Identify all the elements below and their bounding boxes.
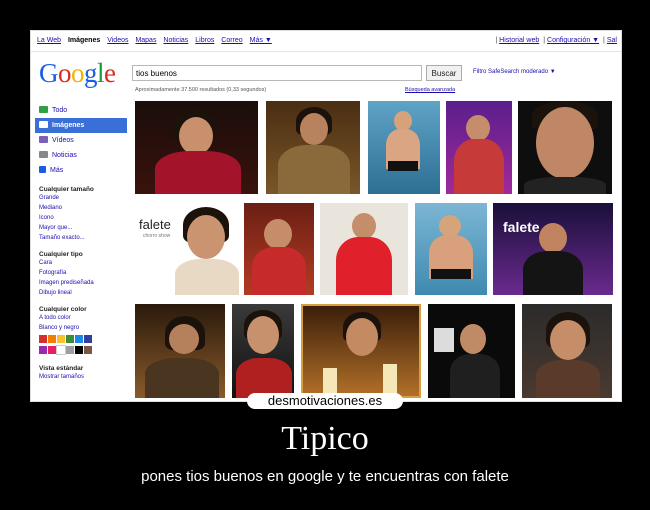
color-swatch[interactable] bbox=[39, 335, 47, 343]
news-icon bbox=[39, 151, 48, 158]
color-filter-heading: Cualquier color bbox=[39, 306, 87, 313]
image-result[interactable] bbox=[446, 101, 512, 194]
images-icon bbox=[39, 121, 48, 128]
nav-maps[interactable]: Mapas bbox=[135, 37, 156, 44]
nav-news[interactable]: Noticias bbox=[163, 37, 188, 44]
brand-watermark: desmotivaciones.es bbox=[247, 393, 403, 409]
sidebar: Todo Imágenes Vídeos Noticias Más Cualqu… bbox=[35, 103, 127, 382]
poster-caption: pones tios buenos en google y te encuent… bbox=[141, 468, 509, 485]
color-swatch[interactable] bbox=[48, 346, 56, 354]
settings-link[interactable]: Configuración ▼ bbox=[547, 37, 599, 44]
color-swatch[interactable] bbox=[75, 335, 83, 343]
screenshot-frame: La Web Imágenes Videos Mapas Noticias Li… bbox=[30, 30, 622, 402]
size-icon[interactable]: Icono bbox=[35, 213, 127, 223]
search-input[interactable]: tios buenos bbox=[132, 65, 422, 81]
google-logo[interactable]: Google bbox=[39, 58, 116, 89]
all-icon bbox=[39, 106, 48, 113]
type-filter-heading: Cualquier tipo bbox=[39, 251, 83, 258]
show-sizes-link[interactable]: Mostrar tamaños bbox=[35, 372, 127, 382]
sidebar-item-videos[interactable]: Vídeos bbox=[35, 133, 127, 148]
size-medium[interactable]: Mediano bbox=[35, 203, 127, 213]
color-swatch[interactable] bbox=[84, 335, 92, 343]
more-icon bbox=[39, 166, 46, 173]
falete-sub-text: chorro show bbox=[143, 233, 171, 239]
image-result[interactable] bbox=[135, 304, 225, 398]
image-result[interactable] bbox=[415, 203, 487, 295]
sidebar-item-more[interactable]: Más bbox=[35, 163, 127, 178]
image-result[interactable] bbox=[320, 203, 408, 295]
sidebar-item-images[interactable]: Imágenes bbox=[35, 118, 127, 133]
falete-logo-text: falete bbox=[139, 217, 171, 232]
web-history-link[interactable]: Historial web bbox=[499, 37, 539, 44]
video-icon bbox=[39, 136, 48, 143]
color-swatch[interactable] bbox=[66, 335, 74, 343]
type-clipart[interactable]: Imagen prediseñada bbox=[35, 278, 127, 288]
type-photo[interactable]: Fotografía bbox=[35, 268, 127, 278]
nav-more[interactable]: Más ▼ bbox=[250, 37, 272, 44]
sidebar-item-news[interactable]: Noticias bbox=[35, 148, 127, 163]
size-exact[interactable]: Tamaño exacto... bbox=[35, 233, 127, 243]
top-nav-bar: La Web Imágenes Videos Mapas Noticias Li… bbox=[31, 31, 621, 52]
nav-web[interactable]: La Web bbox=[37, 37, 61, 44]
nav-images[interactable]: Imágenes bbox=[68, 37, 100, 44]
image-result[interactable] bbox=[518, 101, 612, 194]
image-result[interactable] bbox=[428, 304, 515, 398]
color-swatch[interactable] bbox=[75, 346, 83, 354]
sidebar-item-all[interactable]: Todo bbox=[35, 103, 127, 118]
size-larger-than[interactable]: Mayor que... bbox=[35, 223, 127, 233]
color-bw[interactable]: Blanco y negro bbox=[35, 323, 127, 333]
poster-title: Tipico bbox=[281, 420, 369, 457]
color-swatch[interactable] bbox=[57, 335, 65, 343]
size-large[interactable]: Grande bbox=[35, 193, 127, 203]
image-result[interactable] bbox=[368, 101, 440, 194]
color-swatch[interactable] bbox=[39, 346, 47, 354]
size-filter-heading: Cualquier tamaño bbox=[39, 186, 94, 193]
nav-books[interactable]: Libros bbox=[195, 37, 214, 44]
results-count: Aproximadamente 37.500 resultados (0,33 … bbox=[135, 87, 267, 93]
advanced-search-link[interactable]: Búsqueda avanzada bbox=[405, 87, 455, 93]
account-nav: | Historial web | Configuración ▼ | Sal bbox=[495, 37, 617, 44]
image-result[interactable] bbox=[135, 101, 258, 194]
image-result[interactable] bbox=[301, 304, 421, 398]
color-full[interactable]: A todo color bbox=[35, 313, 127, 323]
image-result[interactable] bbox=[244, 203, 314, 295]
safesearch-dropdown[interactable]: Filtro SafeSearch moderado ▼ bbox=[473, 69, 556, 75]
falete-banner-text: falete bbox=[503, 219, 540, 235]
color-swatch[interactable] bbox=[84, 346, 92, 354]
color-swatch[interactable] bbox=[66, 346, 74, 354]
nav-mail[interactable]: Correo bbox=[221, 37, 242, 44]
image-result[interactable] bbox=[232, 304, 294, 398]
image-result[interactable]: falete chorro show bbox=[135, 203, 239, 295]
view-heading: Vista estándar bbox=[39, 365, 84, 372]
search-button[interactable]: Buscar bbox=[426, 65, 462, 81]
color-swatches bbox=[35, 335, 127, 357]
image-result[interactable]: falete bbox=[493, 203, 613, 295]
nav-videos[interactable]: Videos bbox=[107, 37, 128, 44]
type-lineart[interactable]: Dibujo lineal bbox=[35, 288, 127, 298]
type-face[interactable]: Cara bbox=[35, 258, 127, 268]
color-swatch[interactable] bbox=[56, 345, 66, 355]
image-result[interactable] bbox=[266, 101, 360, 194]
product-nav: La Web Imágenes Videos Mapas Noticias Li… bbox=[37, 37, 277, 44]
signout-link[interactable]: Sal bbox=[607, 37, 617, 44]
image-result[interactable] bbox=[522, 304, 612, 398]
color-swatch[interactable] bbox=[48, 335, 56, 343]
